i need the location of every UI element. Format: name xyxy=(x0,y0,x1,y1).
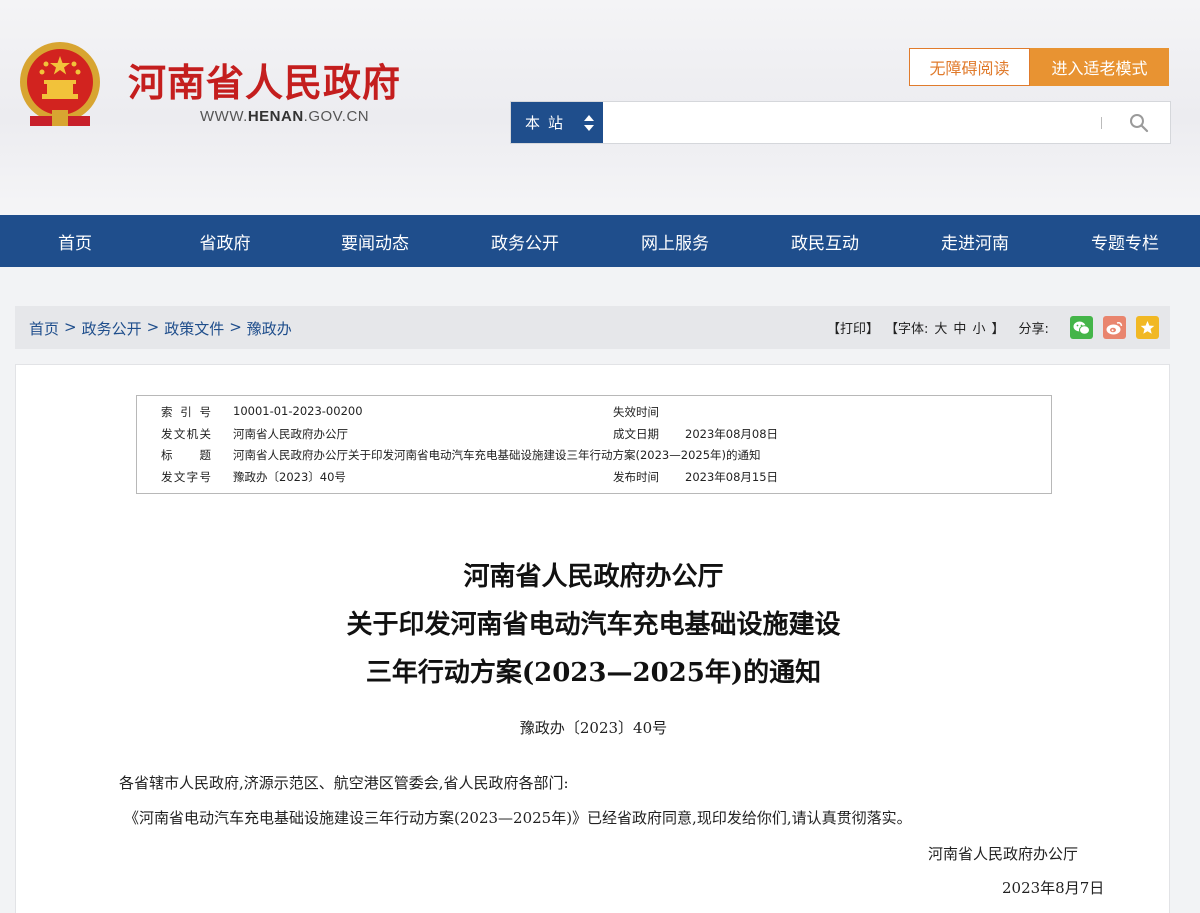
document-title: 河南省人民政府办公厅 关于印发河南省电动汽车充电基础设施建设 三年行动方案(20… xyxy=(16,553,1171,697)
meta-value: 10001-01-2023-00200 xyxy=(233,404,363,418)
meta-value: 河南省人民政府办公厅关于印发河南省电动汽车充电基础设施建设三年行动方案(2023… xyxy=(233,448,761,462)
search-scope-select[interactable]: 本站 xyxy=(511,102,603,143)
national-emblem-icon xyxy=(20,42,100,126)
nav-item-home[interactable]: 首页 xyxy=(0,215,150,267)
search-box: 本站 xyxy=(510,101,1171,144)
nav-item-news[interactable]: 要闻动态 xyxy=(300,215,450,267)
print-button[interactable]: 【打印】 xyxy=(827,318,879,337)
document-signer: 河南省人民政府办公厅 xyxy=(928,845,1079,863)
meta-label: 发布时间 xyxy=(613,470,659,484)
accessibility-buttons: 无障碍阅读 进入适老模式 xyxy=(909,48,1169,86)
breadcrumb: 首页 > 政务公开 > 政策文件 > 豫政办 xyxy=(29,318,292,339)
breadcrumb-separator: > xyxy=(146,318,160,336)
elder-mode-button[interactable]: 进入适老模式 xyxy=(1030,48,1169,86)
weibo-icon[interactable] xyxy=(1103,316,1126,339)
accessible-reading-button[interactable]: 无障碍阅读 xyxy=(909,48,1030,86)
breadcrumb-current[interactable]: 豫政办 xyxy=(247,318,292,339)
font-size-label: 【字体: xyxy=(885,322,929,337)
document-title-line: 河南省人民政府办公厅 xyxy=(463,562,724,592)
meta-label: 成文日期 xyxy=(613,427,659,441)
breadcrumb-separator: > xyxy=(64,318,77,336)
share-icons xyxy=(1070,316,1159,339)
breadcrumb-separator: > xyxy=(229,318,242,336)
font-medium-button[interactable]: 中 xyxy=(953,318,966,337)
font-large-button[interactable]: 大 xyxy=(934,318,947,337)
search-divider xyxy=(1101,117,1102,129)
wechat-icon[interactable] xyxy=(1070,316,1093,339)
favorite-icon[interactable] xyxy=(1136,316,1159,339)
site-url-suffix: .GOV.CN xyxy=(303,108,370,125)
meta-label: 索引号 xyxy=(161,405,211,419)
document-body-paragraph: 《河南省电动汽车充电基础设施建设三年行动方案(2023—2025年)》已经省政府… xyxy=(124,809,912,827)
document-salutation: 各省辖市人民政府,济源示范区、航空港区管委会,省人民政府各部门: xyxy=(119,774,569,792)
search-input[interactable] xyxy=(607,106,1087,139)
main-nav: 首页 省政府 要闻动态 政务公开 网上服务 政民互动 走进河南 专题专栏 xyxy=(0,215,1200,267)
meta-row: 发文机关 河南省人民政府办公厅 成文日期 2023年08月08日 xyxy=(137,426,1051,446)
nav-item-government-affairs[interactable]: 政务公开 xyxy=(450,215,600,267)
document-meta-table: 索引号 10001-01-2023-00200 失效时间 发文机关 河南省人民政… xyxy=(136,395,1052,494)
meta-label: 发文字号 xyxy=(161,470,211,484)
meta-row: 发文字号 豫政办〔2023〕40号 发布时间 2023年08月15日 xyxy=(137,469,1051,489)
document-title-line: 关于印发河南省电动汽车充电基础设施建设 xyxy=(346,610,841,640)
page-tools: 【打印】 【字体: 大 中 小 】 分享: xyxy=(827,318,1055,337)
site-url-main: HENAN xyxy=(247,108,304,125)
nav-item-about-henan[interactable]: 走进河南 xyxy=(900,215,1050,267)
breadcrumb-home[interactable]: 首页 xyxy=(29,318,59,339)
share-label: 分享: xyxy=(1018,322,1049,337)
breadcrumb-policy-documents[interactable]: 政策文件 xyxy=(164,318,224,339)
search-icon[interactable] xyxy=(1129,113,1149,133)
meta-value: 豫政办〔2023〕40号 xyxy=(233,470,346,484)
site-url: WWW.HENAN.GOV.CN xyxy=(200,108,369,125)
document-date: 2023年8月7日 xyxy=(1002,879,1105,897)
meta-value: 河南省人民政府办公厅 xyxy=(233,427,348,441)
nav-item-provincial-government[interactable]: 省政府 xyxy=(150,215,300,267)
updown-arrows-icon xyxy=(584,115,594,131)
font-size-close: 】 xyxy=(991,322,1005,337)
nav-item-special-topics[interactable]: 专题专栏 xyxy=(1050,215,1200,267)
article-panel: 索引号 10001-01-2023-00200 失效时间 发文机关 河南省人民政… xyxy=(15,364,1170,913)
document-title-line: 三年行动方案(2023—2025年)的通知 xyxy=(365,658,822,688)
meta-row: 索引号 10001-01-2023-00200 失效时间 xyxy=(137,404,1051,424)
meta-label: 标 题 xyxy=(161,448,211,462)
site-header: 河南省人民政府 WWW.HENAN.GOV.CN 无障碍阅读 进入适老模式 本站 xyxy=(0,0,1200,215)
meta-row: 标 题 河南省人民政府办公厅关于印发河南省电动汽车充电基础设施建设三年行动方案(… xyxy=(137,447,1051,467)
nav-item-online-services[interactable]: 网上服务 xyxy=(600,215,750,267)
site-url-prefix: WWW. xyxy=(200,108,248,125)
meta-label: 发文机关 xyxy=(161,427,211,441)
site-name[interactable]: 河南省人民政府 xyxy=(128,52,401,107)
search-scope-label: 本站 xyxy=(525,114,572,132)
meta-label: 失效时间 xyxy=(613,405,659,419)
document-number: 豫政办〔2023〕40号 xyxy=(519,719,668,737)
breadcrumb-bar: 首页 > 政务公开 > 政策文件 > 豫政办 【打印】 【字体: 大 中 小 】… xyxy=(15,306,1170,349)
font-small-button[interactable]: 小 xyxy=(972,318,985,337)
breadcrumb-government-affairs[interactable]: 政务公开 xyxy=(82,318,142,339)
meta-value: 2023年08月15日 xyxy=(685,470,779,484)
meta-value: 2023年08月08日 xyxy=(685,427,779,441)
nav-item-interaction[interactable]: 政民互动 xyxy=(750,215,900,267)
